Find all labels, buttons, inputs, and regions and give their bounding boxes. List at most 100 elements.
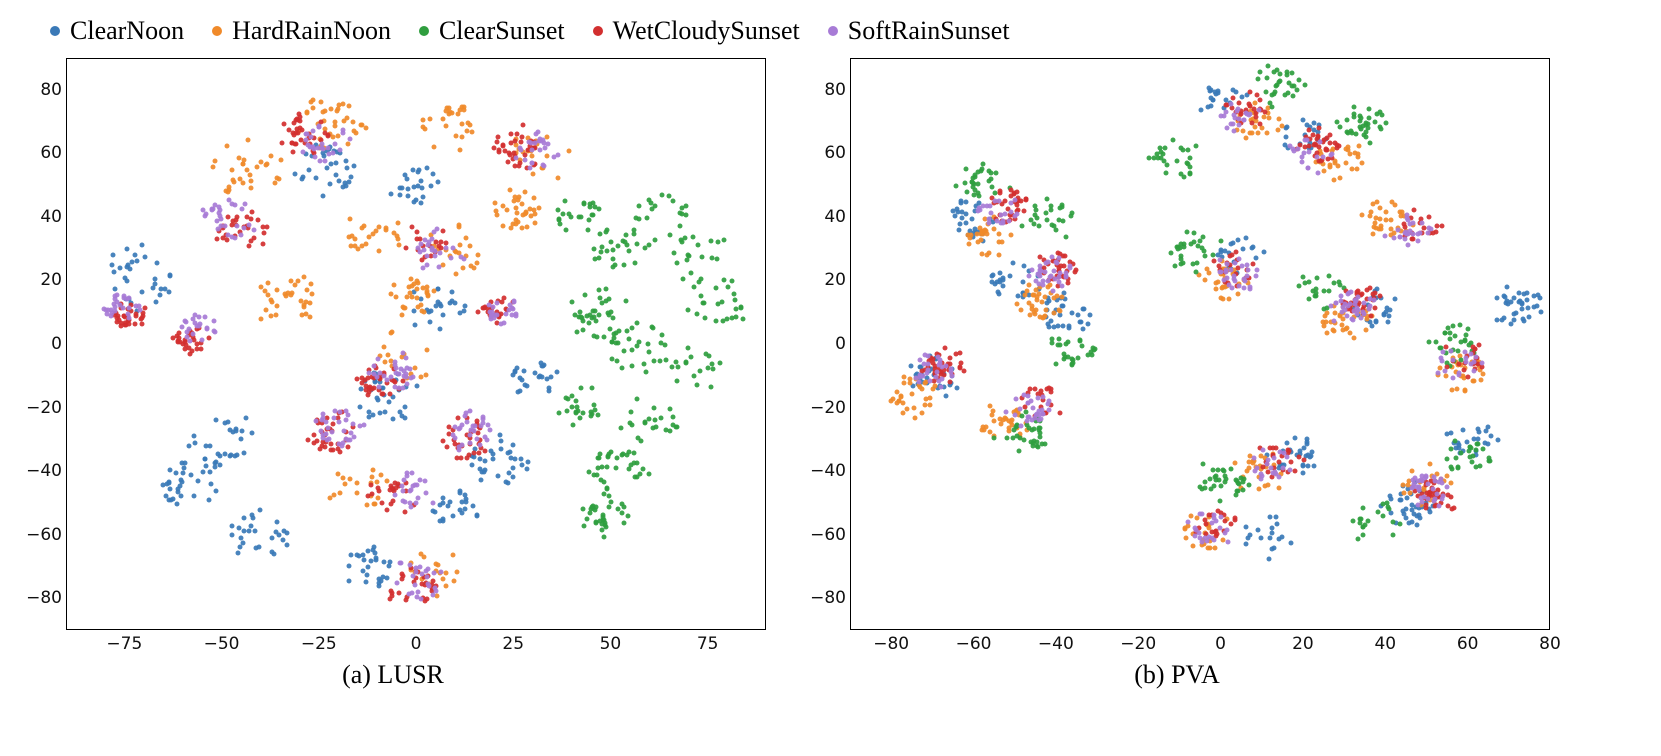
scatter-point [460,121,465,126]
scatter-point [1262,249,1267,254]
scatter-point [415,590,420,595]
scatter-point [586,228,591,233]
scatter-point [569,405,574,410]
scatter-point [383,228,388,233]
scatter-point [1426,481,1431,486]
x-tick-label: −75 [106,634,142,654]
scatter-point [899,395,904,400]
scatter-point [575,330,580,335]
scatter-point [1033,308,1038,313]
scatter-point [580,315,585,320]
scatter-point [935,355,940,360]
scatter-point [1369,314,1374,319]
scatter-point [242,450,247,455]
scatter-point [1247,113,1252,118]
scatter-point [1307,143,1312,148]
scatter-point [1019,413,1024,418]
scatter-point [1222,468,1227,473]
scatter-point [343,437,348,442]
scatter-point [1288,468,1293,473]
scatter-point [401,304,406,309]
scatter-point [1368,296,1373,301]
scatter-point [1446,492,1451,497]
scatter-point [614,455,619,460]
scatter-point [377,249,382,254]
scatter-point [308,281,313,286]
scatter-point [309,291,314,296]
scatter-point [1202,277,1207,282]
scatter-point [1322,137,1327,142]
scatter-point [1509,299,1514,304]
scatter-point [629,364,634,369]
scatter-point [184,334,189,339]
scatter-point [452,424,457,429]
scatter-point [459,455,464,460]
scatter-point [928,378,933,383]
scatter-point [204,464,209,469]
scatter-point [397,192,402,197]
scatter-point [1525,305,1530,310]
scatter-point [674,359,679,364]
scatter-point [651,326,656,331]
scatter-point [1033,387,1038,392]
scatter-point [432,509,437,514]
scatter-point [1229,286,1234,291]
scatter-point [1345,117,1350,122]
legend-label: WetCloudySunset [613,16,800,46]
scatter-point [490,456,495,461]
scatter-point [1311,464,1316,469]
scatter-point [629,326,634,331]
scatter-point [337,419,342,424]
y-axis-ticks-left: −80−60−40−20020406080 [20,58,66,630]
scatter-point [1352,308,1357,313]
scatter-point [425,575,430,580]
scatter-point [1267,535,1272,540]
scatter-point [603,287,608,292]
scatter-point [1322,306,1327,311]
scatter-point [525,459,530,464]
scatter-point [365,565,370,570]
scatter-point [1235,292,1240,297]
scatter-point [482,435,487,440]
scatter-point [430,171,435,176]
scatter-point [1154,152,1159,157]
scatter-point [1064,234,1069,239]
scatter-point [1361,532,1366,537]
scatter-point [1386,320,1391,325]
scatter-point [625,514,630,519]
scatter-point [323,159,328,164]
scatter-point [1401,490,1406,495]
scatter-point [1051,289,1056,294]
scatter-point [1188,241,1193,246]
scatter-point [475,418,480,423]
scatter-point [282,121,287,126]
scatter-point [1263,89,1268,94]
scatter-point [1356,537,1361,542]
scatter-point [1354,166,1359,171]
scatter-point [167,290,172,295]
scatter-point [901,375,906,380]
scatter-point [301,274,306,279]
scatter-point [1390,532,1395,537]
scatter-point [167,487,172,492]
scatter-point [407,284,412,289]
scatter-point [424,373,429,378]
scatter-point [1284,440,1289,445]
scatter-point [377,411,382,416]
scatter-point [1397,497,1402,502]
scatter-point [1359,160,1364,165]
scatter-point [1249,121,1254,126]
scatter-point [1452,334,1457,339]
scatter-point [615,358,620,363]
scatter-point [348,136,353,141]
x-tick-label: −80 [873,634,909,654]
scatter-point [476,450,481,455]
scatter-point [405,381,410,386]
scatter-point [605,248,610,253]
scatter-point [1388,217,1393,222]
scatter-point [1520,301,1525,306]
scatter-point [364,503,369,508]
scatter-point [157,293,162,298]
scatter-point [589,315,594,320]
scatter-point [414,383,419,388]
